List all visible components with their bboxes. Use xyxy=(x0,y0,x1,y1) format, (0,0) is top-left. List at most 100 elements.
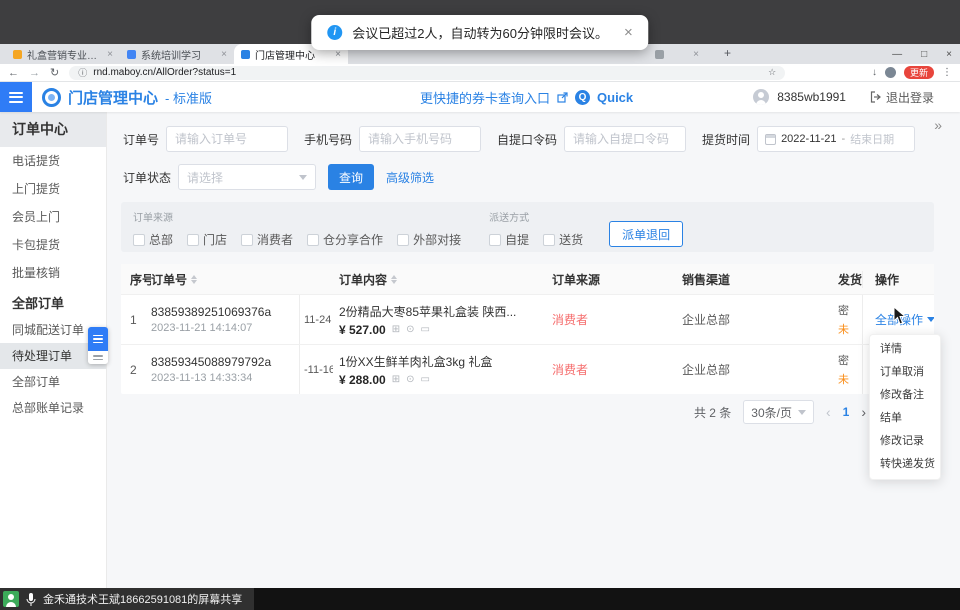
checkbox-icon[interactable] xyxy=(133,234,145,246)
back-icon[interactable]: ← xyxy=(8,67,19,79)
logout-label: 退出登录 xyxy=(886,89,934,106)
header-order-no[interactable]: 订单号 xyxy=(151,271,299,288)
forward-icon[interactable]: → xyxy=(29,67,40,79)
cell-order-source: 消费者 xyxy=(548,295,678,344)
tab-close-icon[interactable]: × xyxy=(107,49,113,60)
sidebar-item-batch-verify[interactable]: 批量核销 xyxy=(0,259,106,287)
logout-button[interactable]: 退出登录 xyxy=(870,89,934,106)
sidebar-item-phone-pickup[interactable]: 电话提货 xyxy=(0,147,106,175)
dispatch-return-button[interactable]: 派单退回 xyxy=(609,221,683,247)
checkbox-source-warehouse-share[interactable]: 仓分享合作 xyxy=(307,231,383,248)
source-badge: 消费者 xyxy=(552,311,678,328)
url-bar[interactable]: ⓘ rnd.maboy.cn/AllOrder?status=1 ☆ xyxy=(69,66,785,80)
download-icon[interactable]: ↓ xyxy=(872,67,877,78)
sort-icon[interactable] xyxy=(391,275,397,284)
user-avatar[interactable] xyxy=(753,89,769,105)
tab-close-icon[interactable]: × xyxy=(335,49,341,60)
start-date-value[interactable]: 2022-11-21 xyxy=(781,133,836,145)
checkbox-icon[interactable] xyxy=(543,234,555,246)
sidebar-item-door-pickup[interactable]: 上门提货 xyxy=(0,175,106,203)
coupon-query-link[interactable]: 更快捷的券卡查询入口 xyxy=(420,88,550,107)
tab-favicon-icon xyxy=(127,50,136,59)
cell-sales-channel: 企业总部 xyxy=(678,295,838,344)
checkbox-source-store[interactable]: 门店 xyxy=(187,231,227,248)
float-widget[interactable] xyxy=(88,327,108,364)
hamburger-icon xyxy=(93,335,103,344)
delivery-method-label: 派送方式 xyxy=(489,209,583,224)
sidebar-item-all-orders[interactable]: 全部订单 xyxy=(0,369,106,395)
menu-item-switch-express[interactable]: 转快递发货 xyxy=(870,453,940,476)
app-logo-icon xyxy=(42,88,61,107)
order-no-input[interactable] xyxy=(166,126,288,152)
collapse-panel-icon[interactable]: » xyxy=(934,117,942,133)
float-widget-secondary-button[interactable] xyxy=(88,351,108,364)
browser-tab-1[interactable]: 礼盒营销专业管理中心 × xyxy=(6,44,120,64)
window-minimize-icon[interactable]: — xyxy=(892,49,902,60)
window-close-icon[interactable]: × xyxy=(946,49,952,60)
new-tab-button[interactable]: + xyxy=(724,46,731,60)
menu-item-settle[interactable]: 结单 xyxy=(870,407,940,430)
header-index: 序号 xyxy=(121,271,151,288)
filter-row-2: 订单状态 请选择 查询 高级筛选 xyxy=(123,164,434,190)
phone-input[interactable] xyxy=(359,126,481,152)
end-date-placeholder[interactable]: 结束日期 xyxy=(850,131,894,147)
cell-pickup-clipped: -11-16 xyxy=(299,345,333,394)
menu-item-cancel-order[interactable]: 订单取消 xyxy=(870,361,940,384)
sidebar-toggle-button[interactable] xyxy=(0,82,32,112)
menu-item-edit-remark[interactable]: 修改备注 xyxy=(870,384,940,407)
reload-icon[interactable]: ↻ xyxy=(50,66,59,79)
order-number: 83859389251069376a xyxy=(151,305,299,319)
sidebar-item-card-pickup[interactable]: 卡包提货 xyxy=(0,231,106,259)
app-title: 门店管理中心 xyxy=(68,87,158,108)
checkbox-icon[interactable] xyxy=(397,234,409,246)
browser-tab-partial[interactable]: × xyxy=(648,44,706,64)
browser-tab-2[interactable]: 系统培训学习 × xyxy=(120,44,234,64)
checkbox-icon[interactable] xyxy=(307,234,319,246)
header-order-content[interactable]: 订单内容 xyxy=(333,271,548,288)
checkbox-source-consumer[interactable]: 消费者 xyxy=(241,231,293,248)
tab-close-icon[interactable]: × xyxy=(221,49,227,60)
checkbox-source-hq[interactable]: 总部 xyxy=(133,231,173,248)
quick-label[interactable]: Quick xyxy=(597,90,633,105)
sidebar-item-hq-billing-records[interactable]: 总部账单记录 xyxy=(0,395,106,421)
advanced-filter-link[interactable]: 高级筛选 xyxy=(386,169,434,186)
checkbox-icon[interactable] xyxy=(241,234,253,246)
browser-profile-avatar[interactable] xyxy=(885,67,896,78)
source-badge: 消费者 xyxy=(552,361,678,378)
menu-item-details[interactable]: 详情 xyxy=(870,338,940,361)
browser-update-button[interactable]: 更新 xyxy=(904,66,934,79)
hamburger-icon xyxy=(93,355,103,360)
checkbox-icon[interactable] xyxy=(187,234,199,246)
sidebar-item-member-visit[interactable]: 会员上门 xyxy=(0,203,106,231)
ship-status-1: 密 xyxy=(838,352,862,368)
float-widget-menu-button[interactable] xyxy=(88,327,108,351)
checkbox-source-external[interactable]: 外部对接 xyxy=(397,231,461,248)
tab-close-icon[interactable]: × xyxy=(693,49,699,60)
checkbox-icon[interactable] xyxy=(489,234,501,246)
pagination-prev-icon[interactable]: ‹ xyxy=(826,404,831,420)
tab-favicon-icon xyxy=(13,50,22,59)
pickup-code-input[interactable] xyxy=(564,126,686,152)
menu-item-edit-history[interactable]: 修改记录 xyxy=(870,430,940,453)
pagination-next-icon[interactable]: › xyxy=(861,404,866,420)
sort-icon[interactable] xyxy=(191,275,197,284)
browser-menu-icon[interactable]: ⋮ xyxy=(942,67,952,78)
coupon-icon: ⊞ xyxy=(392,374,400,385)
sidebar-section-order-center: 订单中心 xyxy=(0,112,106,147)
search-button[interactable]: 查询 xyxy=(328,164,374,190)
screen-share-bar: 金禾通技术王斌18662591081的屏幕共享 xyxy=(0,588,960,610)
header-order-source: 订单来源 xyxy=(548,271,678,288)
checkbox-self-pickup[interactable]: 自提 xyxy=(489,231,529,248)
order-status-select[interactable]: 请选择 xyxy=(178,164,316,190)
pagination-page-1[interactable]: 1 xyxy=(843,405,850,419)
page-size-select[interactable]: 30条/页 xyxy=(743,400,814,424)
order-number: 83859345088979792a xyxy=(151,355,299,369)
checkbox-delivery[interactable]: 送货 xyxy=(543,231,583,248)
filter-panel: 订单来源 总部 门店 消费者 xyxy=(121,202,934,252)
pickup-time-range-picker[interactable]: 2022-11-21 - 结束日期 xyxy=(757,126,915,152)
brand: 门店管理中心 - 标准版 xyxy=(42,82,212,112)
toast-close-icon[interactable]: × xyxy=(624,24,633,41)
window-maximize-icon[interactable]: □ xyxy=(921,49,927,60)
bookmark-star-icon[interactable]: ☆ xyxy=(768,67,776,78)
site-info-icon[interactable]: ⓘ xyxy=(78,66,87,79)
